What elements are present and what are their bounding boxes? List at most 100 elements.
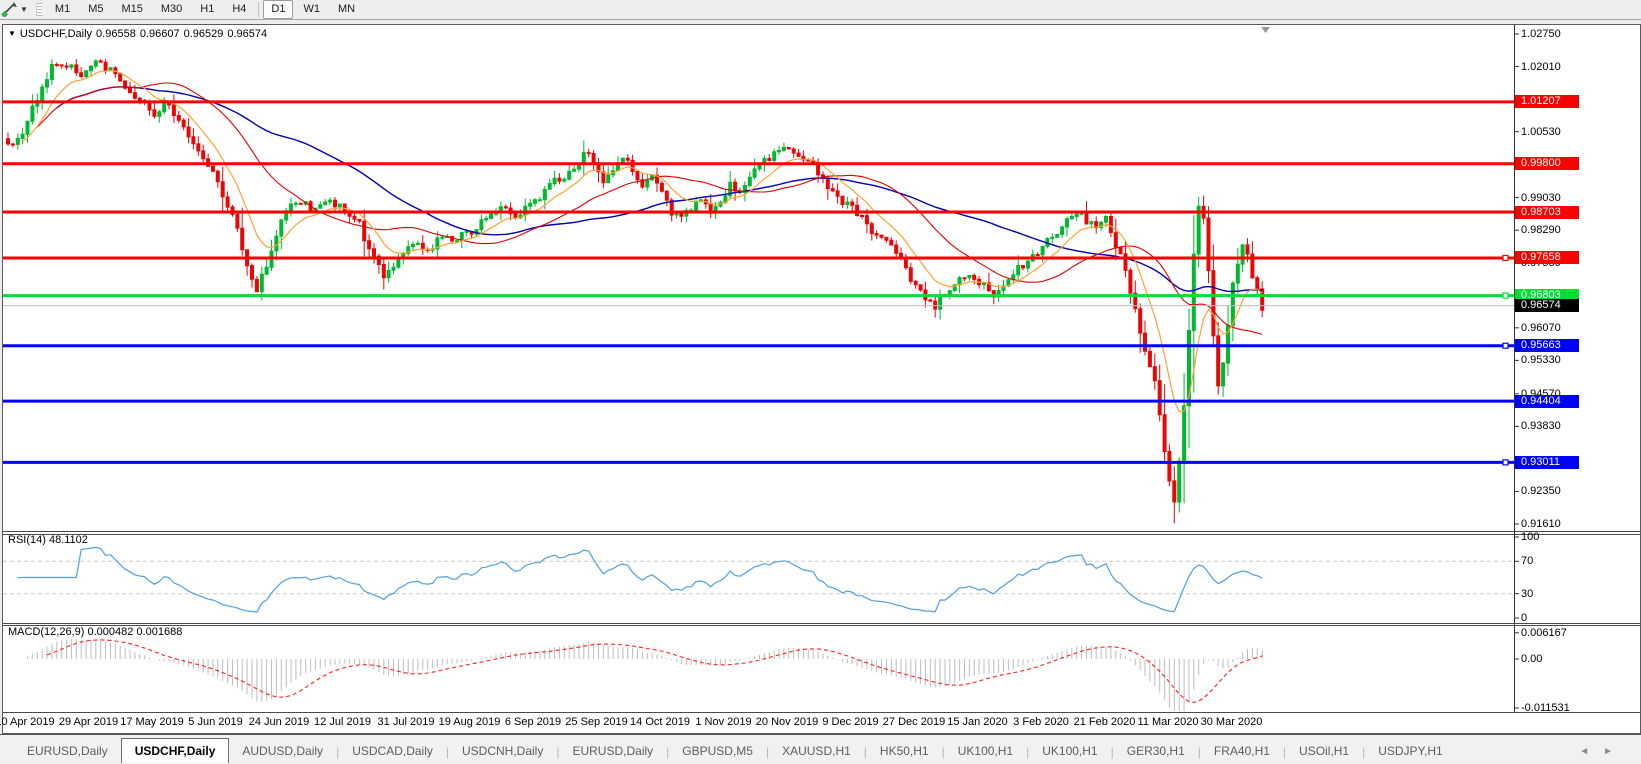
date-axis-label-8: 6 Sep 2019 [504,716,562,728]
tab-scroll-right-arrow[interactable]: ► [1603,746,1627,757]
level-line-handle-0.96803[interactable] [1502,292,1509,299]
price-axis-label-1.02750: 1.02750 [1521,28,1561,40]
drawing-tool-dropdown-caret[interactable]: ▼ [20,5,28,14]
level-price-badge-0.97658: 0.97658 [1515,251,1579,265]
current-price-badge: 0.96574 [1515,299,1579,313]
timeframe-button-m30[interactable]: M30 [153,0,190,19]
date-axis-label-17: 21 Feb 2020 [1073,716,1136,728]
date-axis-label-11: 1 Nov 2019 [695,716,752,728]
level-price-badge-0.98703: 0.98703 [1515,205,1579,219]
chart-tab-xauusd-h1[interactable]: XAUUSD,H1 [769,740,864,762]
timeframe-button-m15[interactable]: M15 [113,0,150,19]
macd-axis-label--0.011531: -0.011531 [1521,702,1570,714]
timeframe-button-group: M1 M5 M15 M30 H1 H4 D1 W1 MN [46,0,364,19]
date-axis-label-16: 3 Feb 2020 [1013,716,1069,728]
price-axis-label-0.95330: 0.95330 [1521,354,1561,367]
chart-tab-hk50-h1[interactable]: HK50,H1 [867,740,942,762]
timeframe-button-m1[interactable]: M1 [47,0,78,19]
top-toolbar: ▼ M1 M5 M15 M30 H1 H4 D1 W1 MN [0,0,1641,20]
chart-tab-ger30-h1[interactable]: GER30,H1 [1114,740,1198,762]
tab-scroll-left-arrow[interactable]: ◄ [1579,746,1603,757]
chart-window: ▼ USDCHF,Daily 0.96558 0.96607 0.96529 0.9657… [0,24,1641,734]
date-axis-label-9: 25 Sep 2019 [565,716,628,728]
chart-tab-usdcad-daily[interactable]: USDCAD,Daily [339,740,446,762]
toolbar-grip-handle[interactable] [35,3,42,16]
tabs-container: EURUSD,Daily USDCHF,Daily AUDUSD,Daily | USD… [14,738,1456,763]
chart-tab-gbpusd-m5[interactable]: GBPUSD,M5 [669,740,766,762]
timeframe-button-mn[interactable]: MN [330,0,363,19]
ohlc-open: 0.96558 [96,28,136,40]
chart-tab-fra40-h1[interactable]: FRA40,H1 [1201,740,1283,762]
up-candle-bodies [15,60,1245,503]
rsi-axis-label-30: 30 [1521,587,1534,600]
chart-tab-usdchf-daily[interactable]: USDCHF,Daily [120,738,230,763]
date-axis-label-3: 5 Jun 2019 [188,716,243,728]
drawing-tool-icon[interactable] [0,2,19,19]
ma-fast-line [22,69,1263,413]
chart-tab-usdcnh-daily[interactable]: USDCNH,Daily [449,740,556,762]
price-pane[interactable] [6,59,1265,524]
rsi-panel-label: RSI(14) 48.1102 [8,534,88,546]
price-axis-label-1.00530: 1.00530 [1521,125,1561,138]
price-axis-label-0.96070: 0.96070 [1521,321,1561,334]
level-price-badge-0.93011: 0.93011 [1515,455,1579,469]
date-axis-label-12: 20 Nov 2019 [755,716,819,728]
chart-tab-uk100-h1[interactable]: UK100,H1 [945,740,1026,762]
rsi-axis-label-70: 70 [1521,555,1534,568]
level-line-handle-0.95663[interactable] [1502,342,1509,349]
level-line-handle-0.97658[interactable] [1502,254,1509,262]
chart-title-collapse-icon[interactable]: ▼ [8,29,16,38]
ohlc-low: 0.96529 [183,28,224,40]
timeframe-button-h4[interactable]: H4 [224,0,254,19]
level-price-badge-0.998: 0.99800 [1515,157,1579,171]
down-candle-bodies [6,60,1265,503]
price-axis-label-0.98290: 0.98290 [1521,224,1561,237]
rsi-current-value: 48.1102 [48,534,88,546]
date-axis-label-13: 9 Dec 2019 [822,716,879,728]
chart-tab-usoil-h1[interactable]: USOil,H1 [1286,740,1362,762]
drawing-tool-glyph [0,2,17,19]
date-axis-label-7: 19 Aug 2019 [438,716,501,728]
timeframe-button-m5[interactable]: M5 [80,0,111,19]
chart-tab-uk100-h1[interactable]: UK100,H1 [1029,740,1110,762]
date-axis-label-14: 27 Dec 2019 [882,716,946,728]
chart-shift-marker[interactable] [1261,27,1270,33]
up-candle-wicks [17,59,1244,513]
level-price-badge-1.01207: 1.01207 [1515,95,1579,109]
date-axis-label-15: 15 Jan 2020 [947,716,1008,728]
chart-tab-usdjpy-h1[interactable]: USDJPY,H1 [1365,740,1455,762]
date-axis-label-2: 17 May 2019 [120,716,184,728]
rsi-pane[interactable] [17,546,1263,613]
date-axis-label-10: 14 Oct 2019 [630,716,690,728]
macd-signal-line [46,639,1263,703]
level-line-handle-0.93011[interactable] [1502,459,1509,466]
chart-tab-eurusd-daily[interactable]: EURUSD,Daily [559,740,666,762]
timeframe-button-d1[interactable]: D1 [263,0,294,19]
date-axis-label-19: 30 Mar 2020 [1200,716,1263,728]
rsi-axis-label-0: 0 [1521,612,1528,624]
rsi-line [17,546,1263,613]
date-axis-label-1: 29 Apr 2019 [58,716,119,728]
macd-signal-value: 0.001688 [136,626,183,638]
tab-scroll-arrows: ◄► [1579,746,1627,757]
chart-symbol-title: USDCHF,Daily [19,28,93,40]
date-axis-label-0: 10 Apr 2019 [0,716,55,728]
date-axis-label-4: 24 Jun 2019 [248,716,310,728]
chart-tab-bar: EURUSD,Daily USDCHF,Daily AUDUSD,Daily | USD… [0,734,1641,763]
chart-title: ▼ USDCHF,Daily 0.96558 0.96607 0.96529 0.9657… [8,28,271,40]
chart-canvas[interactable] [3,25,1640,733]
price-axis-label-0.91610: 0.91610 [1521,518,1561,530]
price-axis-label-0.93830: 0.93830 [1521,420,1561,433]
macd-pane[interactable] [27,638,1263,711]
ma-slow-line [56,86,1263,293]
timeframe-button-h1[interactable]: H1 [192,0,222,19]
price-axis-label-1.02010: 1.02010 [1521,60,1561,73]
chart-tab-eurusd-daily[interactable]: EURUSD,Daily [14,740,121,762]
chart-tab-audusd-daily[interactable]: AUDUSD,Daily [229,740,336,762]
price-axis-label-0.99030: 0.99030 [1521,191,1561,204]
down-candle-wicks [7,59,1263,524]
date-axis-label-6: 31 Jul 2019 [377,716,435,728]
macd-panel-label: MACD(12,26,9) 0.000482 0.001688 [8,626,183,638]
date-axis-label-18: 11 Mar 2020 [1137,716,1199,728]
timeframe-button-w1[interactable]: W1 [295,0,328,19]
